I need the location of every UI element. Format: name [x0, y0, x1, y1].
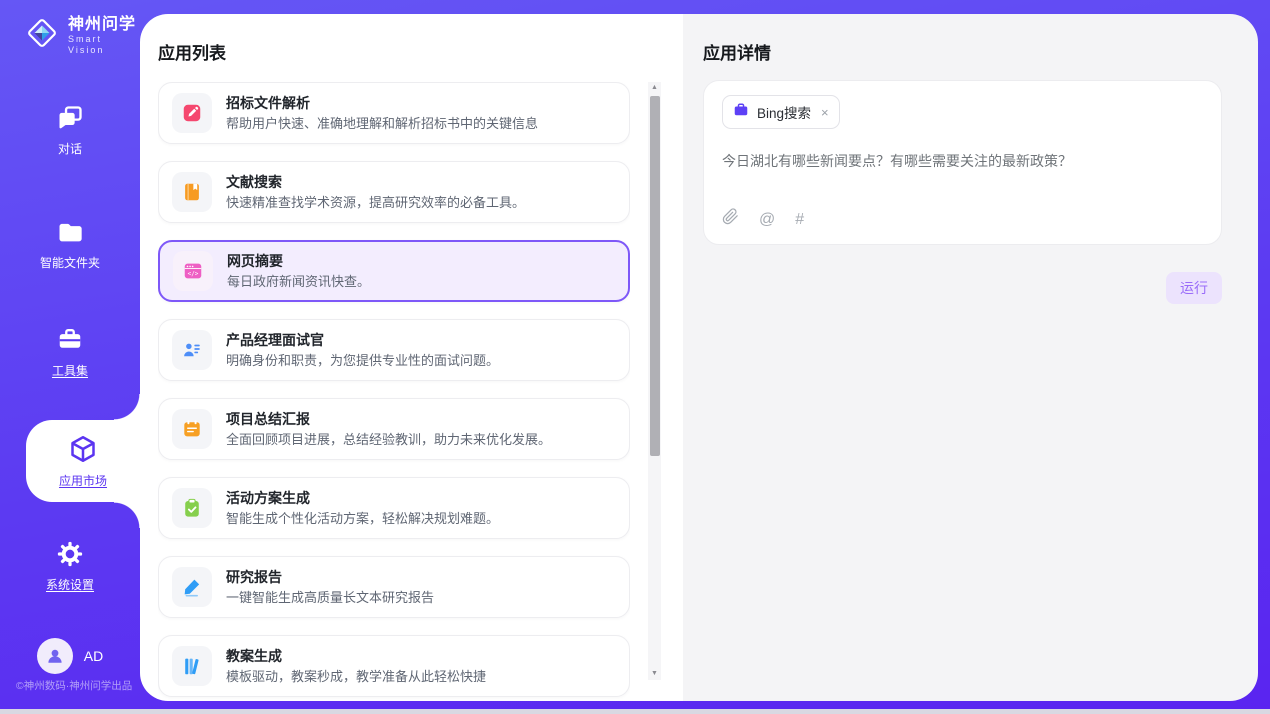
app-name: 教案生成 [226, 648, 486, 665]
calendar-icon [172, 409, 212, 449]
webpage-code-icon: </> [173, 251, 213, 291]
app-card-lesson-plan-generator[interactable]: 教案生成 模板驱动，教案秒成，教学准备从此轻松快捷 [158, 635, 630, 697]
sidebar-item-label: 对话 [58, 142, 82, 156]
app-card-webpage-summary[interactable]: </> 网页摘要 每日政府新闻资讯快查。 [158, 240, 630, 302]
book-icon [172, 172, 212, 212]
app-name: 文献搜索 [226, 174, 525, 191]
svg-text:</>: </> [188, 270, 199, 277]
app-card-event-plan-generator[interactable]: 活动方案生成 智能生成个性化活动方案，轻松解决规划难题。 [158, 477, 630, 539]
folder-icon [56, 218, 84, 249]
sidebar-item-label: 应用市场 [59, 474, 107, 488]
app-desc: 全面回顾项目进展，总结经验教训，助力未来优化发展。 [226, 432, 551, 448]
app-name: 网页摘要 [227, 253, 370, 270]
app-detail-title: 应用详情 [703, 39, 771, 64]
gear-icon [56, 540, 84, 571]
hash-icon[interactable]: # [795, 211, 804, 228]
cube-icon [68, 434, 98, 467]
app-name: 研究报告 [226, 569, 434, 586]
scroll-down-icon[interactable]: ▼ [648, 668, 661, 680]
sidebar-item-smart-folder[interactable]: 智能文件夹 [0, 218, 140, 270]
app-name: 招标文件解析 [226, 95, 538, 112]
books-icon [172, 646, 212, 686]
briefcase-icon [733, 102, 749, 123]
sidebar-item-app-market[interactable]: 应用市场 [26, 420, 140, 502]
user-avatar-icon [37, 638, 73, 674]
pen-report-icon [172, 567, 212, 607]
sidebar-item-label: 工具集 [52, 364, 88, 378]
sidebar-item-settings[interactable]: 系统设置 [0, 540, 140, 592]
scrollbar-thumb[interactable] [650, 96, 660, 456]
clipboard-check-icon [172, 488, 212, 528]
prompt-input[interactable]: 今日湖北有哪些新闻要点？有哪些需要关注的最新政策？ [722, 151, 1203, 171]
user-profile[interactable]: AD [0, 638, 140, 674]
app-card-research-report[interactable]: 研究报告 一键智能生成高质量长文本研究报告 [158, 556, 630, 618]
bottom-strip [0, 709, 1270, 714]
prompt-card: Bing搜索 × 今日湖北有哪些新闻要点？有哪些需要关注的最新政策？ @ # [703, 80, 1222, 245]
app-desc: 模板驱动，教案秒成，教学准备从此轻松快捷 [226, 669, 486, 685]
app-list-scrollbar[interactable]: ▲ ▼ [648, 82, 661, 680]
brand-logo: 神州问学 Smart Vision [24, 15, 140, 56]
tool-chip-label: Bing搜索 [757, 102, 811, 122]
app-desc: 明确身份和职责，为您提供专业性的面试问题。 [226, 353, 499, 369]
app-card-bid-document-analysis[interactable]: 招标文件解析 帮助用户快速、准确地理解和解析招标书中的关键信息 [158, 82, 630, 144]
app-card-project-summary[interactable]: 项目总结汇报 全面回顾项目进展，总结经验教训，助力未来优化发展。 [158, 398, 630, 460]
app-window: 神州问学 Smart Vision 对话 智能文件夹 [0, 0, 1270, 714]
at-icon[interactable]: @ [759, 211, 775, 228]
edit-doc-icon [172, 93, 212, 133]
paperclip-icon[interactable] [722, 208, 739, 230]
app-desc: 一键智能生成高质量长文本研究报告 [226, 590, 434, 606]
app-list-title: 应用列表 [158, 39, 226, 64]
sidebar-item-toolset[interactable]: 工具集 [0, 326, 140, 378]
chat-icon [56, 104, 84, 135]
brand-name: 神州问学 [68, 16, 140, 34]
sidebar-item-label: 智能文件夹 [40, 256, 100, 270]
app-name: 活动方案生成 [226, 490, 499, 507]
app-detail-panel: 应用详情 Bing搜索 × 今日湖北有哪些新闻要点？有哪些需要关注的最新政策？ [683, 14, 1258, 701]
app-name: 项目总结汇报 [226, 411, 551, 428]
composer-toolbar: @ # [722, 208, 1203, 230]
content-area: 应用列表 招标文件解析 帮助用户快速、准确地理解和解析招标书中的关键信息 [140, 14, 1258, 701]
scroll-up-icon[interactable]: ▲ [648, 82, 661, 94]
sidebar: 神州问学 Smart Vision 对话 智能文件夹 [0, 0, 140, 709]
app-desc: 智能生成个性化活动方案，轻松解决规划难题。 [226, 511, 499, 527]
app-card-literature-search[interactable]: 文献搜索 快速精准查找学术资源，提高研究效率的必备工具。 [158, 161, 630, 223]
app-card-pm-interviewer[interactable]: 产品经理面试官 明确身份和职责，为您提供专业性的面试问题。 [158, 319, 630, 381]
copyright-text: ©神州数码·神州问学出品 [16, 678, 132, 693]
tool-chip-bing-search[interactable]: Bing搜索 × [722, 95, 840, 129]
user-name: AD [84, 648, 103, 664]
close-icon[interactable]: × [821, 106, 829, 119]
run-button[interactable]: 运行 [1166, 272, 1222, 304]
app-desc: 帮助用户快速、准确地理解和解析招标书中的关键信息 [226, 116, 538, 132]
sidebar-item-chat[interactable]: 对话 [0, 104, 140, 156]
app-desc: 每日政府新闻资讯快查。 [227, 274, 370, 290]
interviewer-icon [172, 330, 212, 370]
brand-subtitle: Smart Vision [68, 34, 140, 56]
app-desc: 快速精准查找学术资源，提高研究效率的必备工具。 [226, 195, 525, 211]
app-list: 招标文件解析 帮助用户快速、准确地理解和解析招标书中的关键信息 文献搜索 [158, 82, 630, 701]
toolbox-icon [56, 326, 84, 357]
app-name: 产品经理面试官 [226, 332, 499, 349]
sidebar-item-label: 系统设置 [46, 578, 94, 592]
app-list-panel: 应用列表 招标文件解析 帮助用户快速、准确地理解和解析招标书中的关键信息 [140, 14, 683, 701]
diamond-logo-icon [24, 15, 60, 56]
